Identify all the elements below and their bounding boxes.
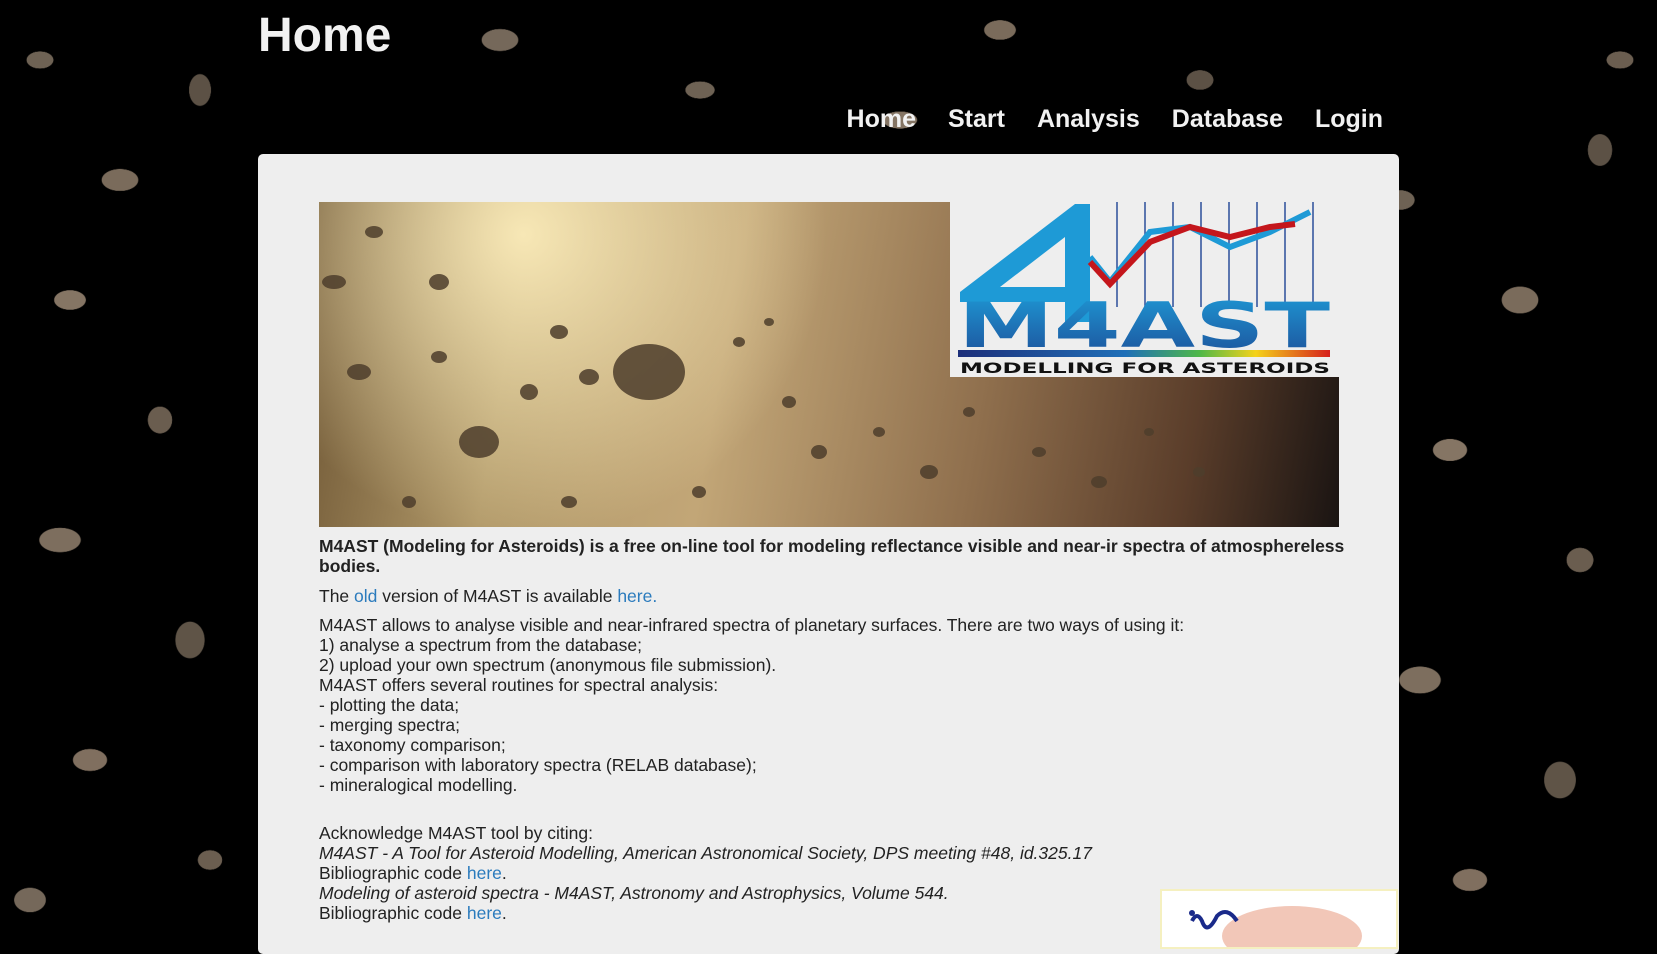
- citation-code-line: Bibliographic code here.: [319, 863, 1359, 883]
- nav-database[interactable]: Database: [1172, 105, 1283, 134]
- citation-code-link[interactable]: here: [467, 903, 502, 923]
- description-line: - taxonomy comparison;: [319, 735, 506, 755]
- description-line: - merging spectra;: [319, 715, 461, 735]
- nav-analysis[interactable]: Analysis: [1037, 105, 1140, 134]
- citation-code-suffix: .: [501, 903, 507, 923]
- partner-logo-image: [1160, 889, 1398, 949]
- old-version-prefix: The: [319, 586, 355, 606]
- citation-code-label: Bibliographic code: [319, 863, 467, 883]
- citation-code-suffix: .: [501, 863, 507, 883]
- description-block: M4AST allows to analyse visible and near…: [319, 615, 1359, 795]
- asteroid-banner-image: M4AST MODELLING FOR ASTEROIDS: [319, 202, 1339, 527]
- intro-lead: M4AST (Modeling for Asteroids) is a free…: [319, 536, 1345, 576]
- main-nav: Home Start Analysis Database Login: [847, 105, 1383, 134]
- citation-heading: Acknowledge M4AST tool by citing:: [319, 823, 593, 843]
- description-line: - mineralogical modelling.: [319, 775, 518, 795]
- partner-logo-graphic: [1189, 906, 1362, 947]
- old-version-here-link[interactable]: here.: [617, 586, 657, 606]
- old-version-line: The old version of M4AST is available he…: [319, 586, 1359, 606]
- description-line: - plotting the data;: [319, 695, 460, 715]
- description-line: M4AST offers several routines for spectr…: [319, 675, 719, 695]
- citation-title: M4AST - A Tool for Asteroid Modelling, A…: [319, 843, 1092, 863]
- citation-code-label: Bibliographic code: [319, 903, 467, 923]
- old-version-link[interactable]: old: [354, 586, 377, 606]
- main-panel: M4AST MODELLING FOR ASTEROIDS M4AST (Mod…: [258, 154, 1399, 954]
- citation-code-link[interactable]: here: [467, 863, 502, 883]
- content-body: M4AST (Modeling for Asteroids) is a free…: [319, 536, 1359, 923]
- svg-text:MODELLING FOR ASTEROIDS: MODELLING FOR ASTEROIDS: [960, 361, 1330, 377]
- nav-home[interactable]: Home: [847, 105, 916, 134]
- m4ast-logo: M4AST MODELLING FOR ASTEROIDS: [950, 202, 1339, 377]
- page-title: Home: [258, 9, 392, 62]
- old-version-middle: version of M4AST is available: [377, 586, 618, 606]
- description-line: M4AST allows to analyse visible and near…: [319, 615, 1185, 635]
- m4ast-logo-graphic: M4AST MODELLING FOR ASTEROIDS: [958, 202, 1330, 377]
- nav-login[interactable]: Login: [1315, 105, 1383, 134]
- description-line: 2) upload your own spectrum (anonymous f…: [319, 655, 777, 675]
- nav-start[interactable]: Start: [948, 105, 1005, 134]
- description-line: 1) analyse a spectrum from the database;: [319, 635, 642, 655]
- description-line: - comparison with laboratory spectra (RE…: [319, 755, 757, 775]
